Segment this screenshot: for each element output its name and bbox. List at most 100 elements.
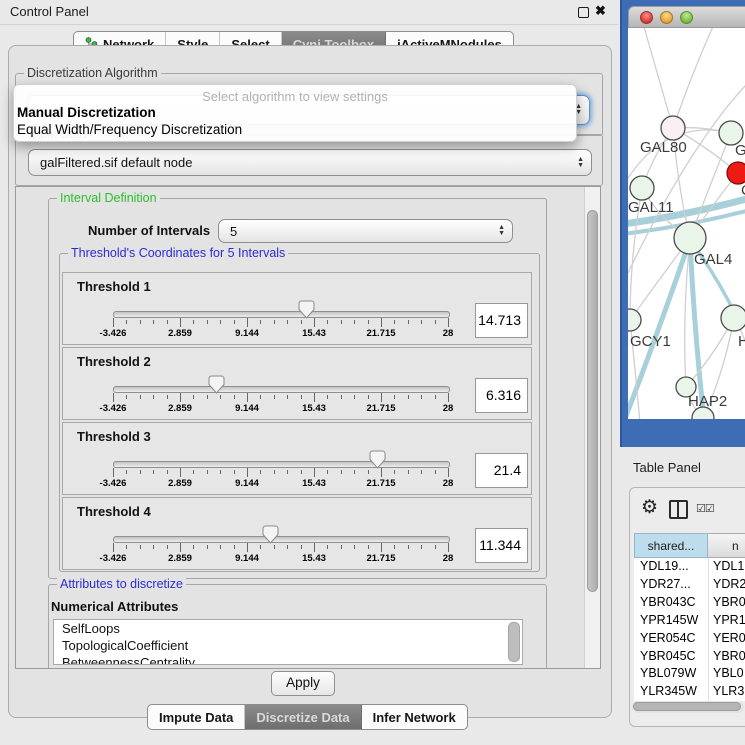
number-of-intervals-value: 5	[230, 224, 237, 239]
network-edge[interactable]	[673, 28, 716, 128]
tick-label: 28	[443, 403, 454, 414]
column-header-shared-name[interactable]: shared...	[634, 533, 708, 558]
table-row[interactable]: YDR27...YDR2	[634, 576, 745, 594]
cell-shared-name: YER054C	[640, 631, 696, 645]
network-canvas[interactable]: GAL80GCGAL11GAL4GCY1HHAP2	[628, 28, 745, 419]
column-header-name[interactable]: n	[708, 533, 745, 558]
slider-thumb[interactable]	[298, 300, 315, 319]
algorithm-prompt: Select algorithm to view settings	[14, 89, 576, 104]
slider-ticks	[113, 468, 448, 478]
network-node-label: G	[735, 142, 745, 159]
slider-thumb[interactable]	[262, 525, 279, 544]
threshold-row-4: Threshold 4-3.4262.8599.14415.4321.71528…	[62, 497, 532, 570]
list-scrollbar[interactable]	[508, 622, 520, 662]
screen: Control Panel ✖ NetworkStyleSelectCyni T…	[0, 0, 745, 745]
threshold-label: Threshold 2	[77, 354, 151, 369]
tick-label: 21.715	[366, 328, 395, 339]
checkboxes-icon[interactable]: ☑☑	[696, 502, 714, 515]
slider-track[interactable]	[113, 461, 450, 468]
network-node-gal4[interactable]	[674, 222, 706, 254]
bottom-tab-label: Impute Data	[159, 710, 233, 725]
network-edge[interactable]	[642, 28, 673, 128]
cell-name: YER0	[713, 631, 745, 645]
network-node-c[interactable]	[727, 162, 745, 184]
tick-label: 9.144	[235, 478, 259, 489]
network-node-gal11[interactable]	[630, 176, 654, 200]
cell-name: YPR1	[713, 613, 745, 627]
slider-track[interactable]	[113, 536, 450, 543]
slider-thumb[interactable]	[369, 450, 386, 469]
gear-icon[interactable]: ⚙	[641, 496, 658, 519]
network-node-label: GAL11	[628, 199, 674, 216]
table-row[interactable]: YER054C YER0	[634, 630, 745, 648]
table-panel: ⚙ ☑☑ shared... n YDL19...YDL1YDR27...YDR…	[629, 487, 745, 727]
vertical-scrollbar-track[interactable]	[584, 187, 600, 668]
close-icon[interactable]: ✖	[595, 3, 606, 19]
discretization-algorithm-title: Discretization Algorithm	[24, 66, 161, 81]
cell-shared-name: YDR27...	[640, 577, 691, 591]
network-node-gal80[interactable]	[661, 116, 685, 140]
horizontal-scrollbar-track[interactable]	[632, 701, 744, 713]
tick-label: 9.144	[235, 403, 259, 414]
menu-item-equal-width-frequency[interactable]: Equal Width/Frequency Discretization	[17, 122, 242, 137]
table-row[interactable]: YBL079WYBL0	[634, 665, 745, 683]
attribute-item[interactable]: SelfLoops	[54, 620, 522, 637]
table-row[interactable]: YPR145WYPR1	[634, 612, 745, 630]
bottom-tab-bar: Impute Data Discretize Data Infer Network	[147, 704, 468, 730]
table-row[interactable]: YBR043CYBR0	[634, 594, 745, 612]
bottom-tab-discretize-data[interactable]: Discretize Data	[245, 705, 361, 729]
tick-label: 2.859	[168, 478, 192, 489]
tick-label: 2.859	[168, 553, 192, 564]
number-of-intervals-combobox[interactable]: 5 ▲▼	[218, 219, 513, 243]
tick-label: -3.426	[100, 328, 127, 339]
network-node-label: GAL80	[640, 139, 687, 156]
slider-track[interactable]	[113, 386, 450, 393]
apply-button[interactable]: Apply	[271, 671, 335, 696]
threshold-row-3: Threshold 3-3.4262.8599.14415.4321.71528…	[62, 422, 532, 495]
tick-label: 15.43	[302, 553, 326, 564]
network-node-gcy1[interactable]	[628, 309, 641, 331]
close-traffic-light-icon[interactable]	[640, 11, 653, 24]
zoom-traffic-light-icon[interactable]	[680, 11, 693, 24]
tick-label: 28	[443, 553, 454, 564]
tick-label: 9.144	[235, 553, 259, 564]
slider-ticks	[113, 543, 448, 553]
bottom-tab-impute-data[interactable]: Impute Data	[148, 705, 245, 729]
attributes-group: Attributes to discretize Numerical Attri…	[48, 584, 547, 669]
network-window-titlebar	[628, 6, 745, 28]
table-data-combobox[interactable]: galFiltered.sif default node ▲▼	[28, 149, 592, 176]
float-window-icon[interactable]	[578, 7, 589, 18]
cell-shared-name: YDL19...	[640, 559, 689, 573]
tick-label: 2.859	[168, 328, 192, 339]
attribute-item[interactable]: BetweennessCentrality	[54, 654, 522, 665]
cell-shared-name: YBR045C	[640, 649, 696, 663]
horizontal-scrollbar-thumb[interactable]	[633, 702, 741, 711]
menu-item-manual-discretization[interactable]: Manual Discretization	[17, 105, 156, 120]
table-row[interactable]: YDL19...YDL1	[634, 558, 745, 576]
split-column-icon[interactable]	[669, 500, 688, 519]
vertical-scrollbar-thumb[interactable]	[587, 210, 598, 592]
threshold-value-field[interactable]: 11.344	[475, 528, 528, 563]
thresholds-group-title: Threshold's Coordinates for 5 Intervals	[68, 246, 288, 261]
attribute-item[interactable]: TopologicalCoefficient	[54, 637, 522, 654]
tick-label: 15.43	[302, 328, 326, 339]
bottom-tab-label: Discretize Data	[256, 710, 349, 725]
table-body[interactable]: YDL19...YDL1YDR27...YDR2YBR043CYBR0YPR14…	[634, 558, 745, 701]
threshold-value-field[interactable]: 6.316	[475, 378, 528, 413]
slider-track[interactable]	[113, 311, 450, 318]
cyni-toolbox-panel: Discretization Algorithm ▲▼ Table Data g…	[8, 45, 612, 718]
slider-thumb[interactable]	[208, 375, 225, 394]
threshold-value-field[interactable]: 21.4	[475, 453, 528, 488]
interval-definition-group: Interval Definition Number of Intervals …	[48, 198, 547, 579]
network-node-h[interactable]	[721, 305, 745, 331]
bottom-tab-infer-network[interactable]: Infer Network	[362, 705, 467, 729]
table-row[interactable]: YBR045CYBR0	[634, 648, 745, 666]
threshold-row-1: Threshold 1-3.4262.8599.14415.4321.71528…	[62, 272, 532, 345]
minimize-traffic-light-icon[interactable]	[660, 11, 673, 24]
table-row[interactable]: YLR345WYLR3	[634, 683, 745, 701]
threshold-value-field[interactable]: 14.713	[475, 303, 528, 338]
numerical-attributes-label: Numerical Attributes	[51, 599, 178, 614]
numerical-attributes-list[interactable]: SelfLoopsTopologicalCoefficientBetweenne…	[53, 619, 523, 665]
settings-scroll-viewport: Interval Definition Number of Intervals …	[15, 186, 601, 669]
tick-label: -3.426	[100, 403, 127, 414]
